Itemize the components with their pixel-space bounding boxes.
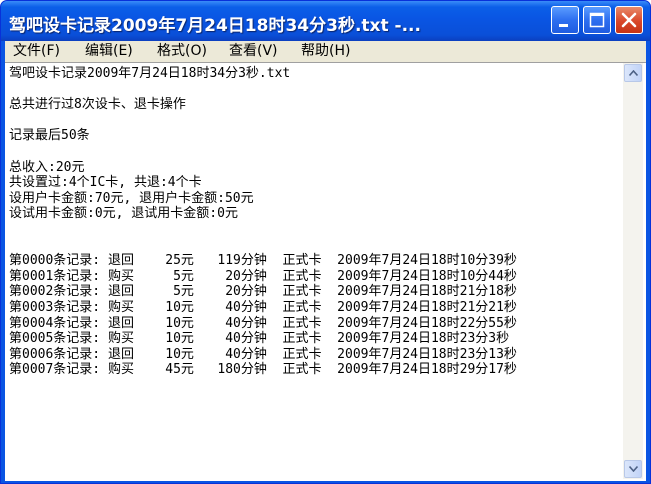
text-line: 第0004条记录: 退回 10元 40分钟 正式卡 2009年7月24日18时2… [9,315,517,331]
text-line: 第0003条记录: 购买 10元 40分钟 正式卡 2009年7月24日18时2… [9,299,517,315]
text-line: 第0000条记录: 退回 25元 119分钟 正式卡 2009年7月24日18时… [9,253,517,269]
text-editor[interactable]: 驾吧设卡记录2009年7月24日18时34分3秒.txt 总共进行过8次设卡、退… [7,64,621,478]
text-line: 驾吧设卡记录2009年7月24日18时34分3秒.txt [9,66,291,81]
text-line: 设试用卡金额:0元, 退试用卡金额:0元 [9,206,238,222]
minimize-button[interactable] [551,6,579,34]
menu-bar: 文件(F) 编辑(E) 格式(O) 查看(V) 帮助(H) [5,41,646,62]
menu-format[interactable]: 格式(O) [153,42,211,61]
notepad-window: 驾吧设卡记录2009年7月24日18时34分3秒.txt -... 文件(F) … [0,0,651,484]
menu-view[interactable]: 查看(V) [225,42,282,61]
text-line: 共设置过:4个IC卡, 共退:4个卡 [9,175,202,191]
scroll-up-button[interactable] [624,64,642,82]
text-line: 第0006条记录: 退回 10元 40分钟 正式卡 2009年7月24日18时2… [9,346,517,362]
client-area: 驾吧设卡记录2009年7月24日18时34分3秒.txt 总共进行过8次设卡、退… [5,62,646,481]
scroll-down-button[interactable] [624,460,642,478]
document-text[interactable]: 驾吧设卡记录2009年7月24日18时34分3秒.txt 总共进行过8次设卡、退… [7,64,621,378]
close-button[interactable] [615,6,643,34]
text-line: 总收入:20元 [9,159,85,175]
arrow-up-icon [629,70,638,76]
menu-help[interactable]: 帮助(H) [297,42,354,61]
text-line: 第0001条记录: 购买 5元 20分钟 正式卡 2009年7月24日18时10… [9,268,517,284]
menu-file[interactable]: 文件(F) [9,42,64,61]
text-line: 设用户卡金额:70元, 退用户卡金额:50元 [9,190,254,206]
vertical-scrollbar[interactable] [623,63,643,479]
window-title: 驾吧设卡记录2009年7月24日18时34分3秒.txt -... [9,16,421,36]
text-line: 记录最后50条 [9,128,90,144]
text-line: 第0005条记录: 购买 10元 40分钟 正式卡 2009年7月24日18时2… [9,331,510,347]
close-icon [621,12,637,28]
minimize-icon [559,24,568,27]
text-line: 第0002条记录: 退回 5元 20分钟 正式卡 2009年7月24日18时21… [9,284,517,300]
maximize-button[interactable] [583,6,611,34]
text-line: 第0007条记录: 购买 45元 180分钟 正式卡 2009年7月24日18时… [9,362,517,378]
title-bar[interactable]: 驾吧设卡记录2009年7月24日18时34分3秒.txt -... [1,1,650,41]
arrow-down-icon [629,466,638,472]
text-line: 总共进行过8次设卡、退卡操作 [9,97,186,113]
maximize-icon [589,12,605,28]
menu-edit[interactable]: 编辑(E) [81,42,137,61]
